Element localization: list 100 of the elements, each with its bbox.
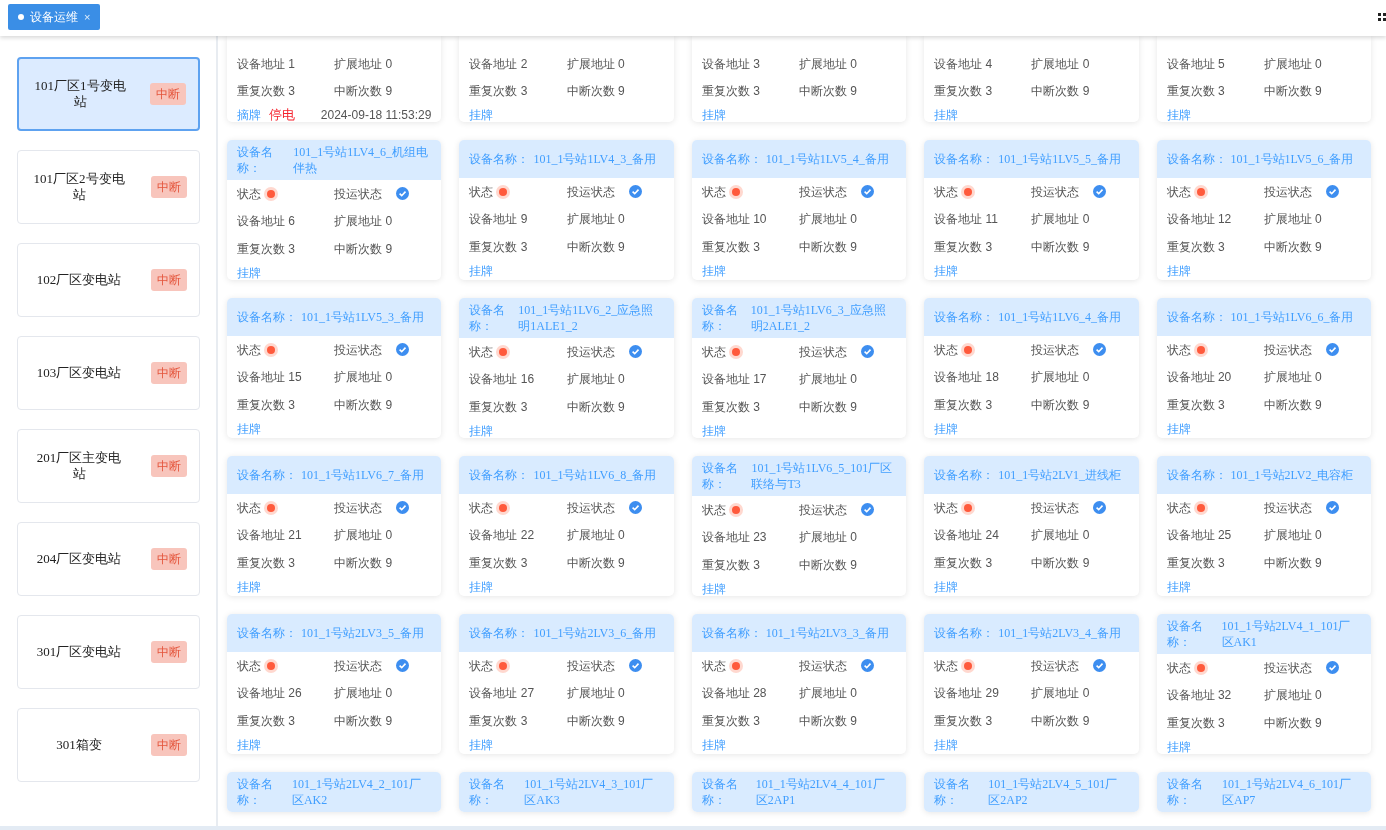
field-text: 重复次数 3 bbox=[934, 238, 993, 256]
device-name: 101_1号站1LV5_4_备用 bbox=[765, 151, 889, 167]
tag-link[interactable]: 挂牌 bbox=[701, 261, 726, 280]
field-text: 扩展地址 0 bbox=[566, 211, 625, 229]
field-label: 设备名称： bbox=[934, 309, 995, 325]
device-name: 101_1号站1LV6_8_备用 bbox=[533, 467, 657, 483]
device-name: 101_1号站1LV4_3_备用 bbox=[533, 151, 657, 167]
tag-link[interactable]: 挂牌 bbox=[237, 263, 261, 280]
tag-link[interactable]: 挂牌 bbox=[1166, 577, 1191, 596]
tag-link[interactable]: 摘牌 bbox=[237, 106, 261, 122]
station-name: 102厂区变电站 bbox=[35, 272, 123, 288]
field-label: 状态 bbox=[469, 183, 494, 201]
dot-icon bbox=[18, 14, 24, 20]
device-name: 101_1号站1LV5_5_备用 bbox=[998, 151, 1122, 167]
station-item[interactable]: 101厂区2号变电站 中断 bbox=[17, 150, 200, 224]
field-text: 设备地址 10 bbox=[701, 211, 767, 229]
field-text: 扩展地址 0 bbox=[799, 529, 857, 547]
field-label: 投运状态 bbox=[566, 499, 615, 517]
field-text: 设备地址 15 bbox=[237, 369, 302, 387]
field-text: 扩展地址 0 bbox=[566, 527, 625, 545]
field-text: 重复次数 3 bbox=[1166, 396, 1225, 414]
station-name: 301箱变 bbox=[55, 737, 103, 753]
field-label: 设备名称： bbox=[469, 302, 507, 334]
tag-link[interactable]: 挂牌 bbox=[469, 421, 494, 438]
status-tag: 中断 bbox=[151, 641, 187, 663]
field-label: 设备名称： bbox=[934, 625, 995, 641]
tag-link[interactable]: 挂牌 bbox=[237, 735, 261, 754]
tag-link[interactable]: 挂牌 bbox=[469, 261, 494, 280]
field-label: 投运状态 bbox=[1031, 183, 1080, 201]
field-label: 设备名称： bbox=[237, 309, 297, 325]
station-item[interactable]: 204厂区变电站 中断 bbox=[17, 522, 200, 596]
field-label: 投运状态 bbox=[334, 657, 383, 675]
tag-link[interactable]: 挂牌 bbox=[469, 106, 494, 122]
station-item[interactable]: 103厂区变电站 中断 bbox=[17, 336, 200, 410]
field-label: 设备名称： bbox=[701, 776, 739, 808]
field-text: 设备地址 23 bbox=[701, 529, 767, 547]
field-text: 扩展地址 0 bbox=[334, 55, 393, 73]
tag-link[interactable]: 挂牌 bbox=[934, 106, 959, 122]
device-name: 101_1号站2LV4_2_101厂区AK2 bbox=[291, 776, 422, 808]
field-label: 设备名称： bbox=[1166, 467, 1227, 483]
field-text: 中断次数 9 bbox=[334, 712, 393, 730]
station-item[interactable]: 101厂区1号变电站 中断 bbox=[17, 57, 200, 131]
tab[interactable]: 设备运维 × bbox=[8, 4, 101, 30]
tag-link[interactable]: 挂牌 bbox=[934, 261, 959, 280]
status-tag: 中断 bbox=[151, 269, 187, 291]
field-label: 设备名称： bbox=[934, 776, 972, 808]
field-text: 中断次数 9 bbox=[799, 83, 857, 101]
device-name: 101_1号站1LV6_4_备用 bbox=[998, 309, 1122, 325]
field-label: 投运状态 bbox=[566, 657, 615, 675]
field-label: 投运状态 bbox=[1263, 499, 1312, 517]
tag-link[interactable]: 挂牌 bbox=[701, 421, 726, 438]
field-text: 重复次数 3 bbox=[701, 712, 760, 730]
field-text: 中断次数 9 bbox=[1263, 83, 1322, 101]
tag-link[interactable]: 挂牌 bbox=[469, 735, 494, 754]
field-text: 扩展地址 0 bbox=[799, 685, 857, 703]
field-text: 设备地址 6 bbox=[237, 213, 295, 231]
station-item[interactable]: 301箱变 中断 bbox=[17, 708, 200, 782]
tag-link[interactable]: 挂牌 bbox=[237, 577, 261, 596]
device-name: 101_1号站1LV6_7_备用 bbox=[301, 467, 424, 483]
field-label: 设备名称： bbox=[469, 625, 530, 641]
field-text: 设备地址 27 bbox=[469, 685, 535, 703]
tag-link[interactable]: 挂牌 bbox=[237, 419, 261, 438]
field-label: 状态 bbox=[237, 185, 261, 203]
field-text: 重复次数 3 bbox=[469, 554, 528, 572]
field-text: 设备地址 26 bbox=[237, 685, 302, 703]
field-text: 重复次数 3 bbox=[1166, 238, 1225, 256]
field-label: 状态 bbox=[469, 499, 494, 517]
station-item[interactable]: 201厂区主变电站 中断 bbox=[17, 429, 200, 503]
tag-link[interactable]: 挂牌 bbox=[701, 106, 726, 122]
tag-link[interactable]: 挂牌 bbox=[934, 419, 959, 438]
field-label: 状态 bbox=[934, 341, 959, 359]
field-text: 中断次数 9 bbox=[1031, 554, 1090, 572]
station-item[interactable]: 102厂区变电站 中断 bbox=[17, 243, 200, 317]
tag-link[interactable]: 挂牌 bbox=[1166, 106, 1191, 122]
tag-link[interactable]: 挂牌 bbox=[469, 577, 494, 596]
field-label: 状态 bbox=[1166, 183, 1191, 201]
field-label: 状态 bbox=[237, 657, 261, 675]
tag-link[interactable]: 挂牌 bbox=[701, 579, 726, 596]
station-item[interactable]: 301厂区变电站 中断 bbox=[17, 615, 200, 689]
field-text: 中断次数 9 bbox=[799, 398, 857, 416]
tag-link[interactable]: 挂牌 bbox=[1166, 737, 1191, 754]
field-text: 中断次数 9 bbox=[1031, 396, 1090, 414]
tag-link[interactable]: 挂牌 bbox=[934, 735, 959, 754]
device-name: 101_1号站2LV4_1_101厂区AK1 bbox=[1221, 618, 1352, 650]
grid-icon[interactable] bbox=[1378, 13, 1386, 21]
field-label: 设备名称： bbox=[237, 467, 297, 483]
field-text: 中断次数 9 bbox=[1031, 238, 1090, 256]
tag-link[interactable]: 挂牌 bbox=[1166, 419, 1191, 438]
device-name: 101_1号站2LV3_6_备用 bbox=[533, 625, 657, 641]
field-label: 设备名称： bbox=[469, 467, 530, 483]
close-button[interactable]: × bbox=[84, 8, 91, 26]
tag-link[interactable]: 挂牌 bbox=[1166, 261, 1191, 280]
tag-link[interactable]: 挂牌 bbox=[934, 577, 959, 596]
device-name: 101_1号站1LV5_3_备用 bbox=[301, 309, 424, 325]
field-text: 中断次数 9 bbox=[566, 398, 625, 416]
tag-link[interactable]: 挂牌 bbox=[701, 735, 726, 754]
field-text: 重复次数 3 bbox=[1166, 714, 1225, 732]
field-text: 扩展地址 0 bbox=[1031, 211, 1090, 229]
field-text: 扩展地址 0 bbox=[1031, 527, 1090, 545]
field-label: 投运状态 bbox=[566, 343, 615, 361]
